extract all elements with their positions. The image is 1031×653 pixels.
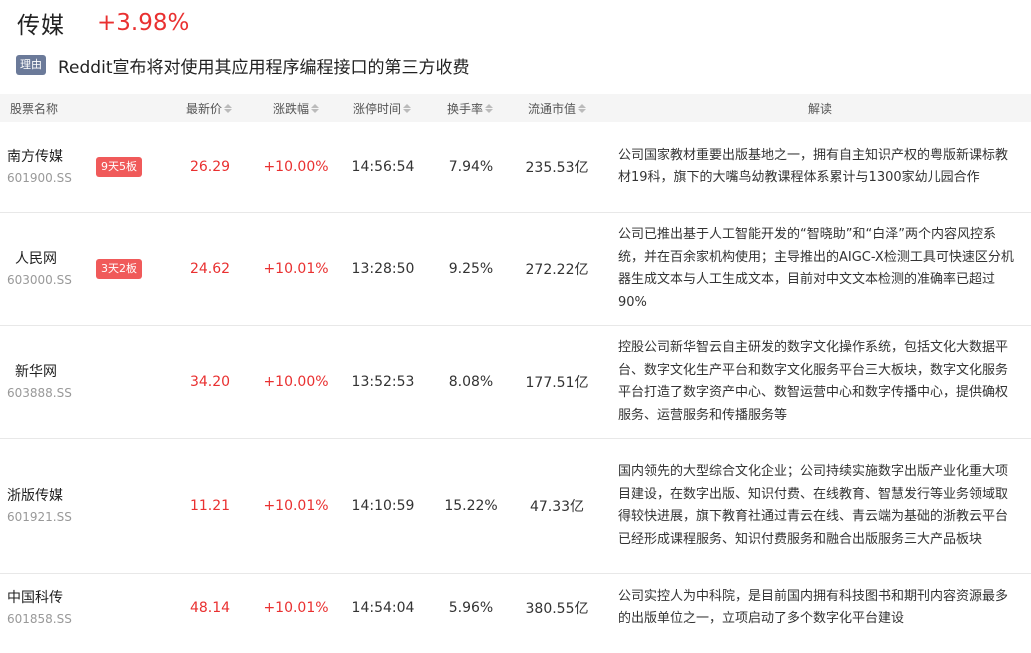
table-row[interactable]: 新华网 603888.SS 34.20 +10.00% 13:52:53 8.0… xyxy=(0,326,1031,439)
column-label: 最新价 xyxy=(186,101,223,116)
float-cap-cell: 47.33亿 xyxy=(529,499,585,515)
change-cell: +10.00% xyxy=(263,374,329,390)
stock-name[interactable]: 南方传媒 xyxy=(7,147,72,167)
change-cell: +10.01% xyxy=(263,261,329,277)
sector-header: 传媒 +3.98% xyxy=(17,6,189,40)
limit-time-cell: 14:54:04 xyxy=(351,600,415,616)
price-cell: 34.20 xyxy=(189,374,231,390)
stock-cell[interactable]: 人民网 603000.SS xyxy=(7,213,72,325)
price-cell: 26.29 xyxy=(189,159,231,175)
stock-name[interactable]: 人民网 xyxy=(7,249,72,269)
column-header-analysis: 解读 xyxy=(808,94,832,122)
column-label: 流通市值 xyxy=(528,101,577,116)
column-header-limit-time[interactable]: 涨停时间 xyxy=(353,94,412,122)
turnover-cell: 15.22% xyxy=(444,498,498,514)
sort-icon xyxy=(403,103,412,113)
stock-code: 603888.SS xyxy=(7,386,72,400)
turnover-cell: 5.96% xyxy=(448,600,494,616)
column-header-price[interactable]: 最新价 xyxy=(186,94,233,122)
reason-row: 理由 Reddit宣布将对使用其应用程序编程接口的第三方收费 xyxy=(16,53,470,78)
streak-badge: 9天5板 xyxy=(96,157,142,177)
float-cap-cell: 177.51亿 xyxy=(525,375,589,391)
turnover-cell: 7.94% xyxy=(448,159,494,175)
column-header-change[interactable]: 涨跌幅 xyxy=(273,94,320,122)
streak-badge: 3天2板 xyxy=(96,259,142,279)
stock-cell[interactable]: 新华网 603888.SS xyxy=(7,326,72,438)
stock-cell[interactable]: 南方传媒 601900.SS xyxy=(7,122,72,212)
analysis-cell: 公司国家教材重要出版基地之一，拥有自主知识产权的粤版新课标教材19科，旗下的大嘴… xyxy=(618,147,1009,186)
table-row[interactable]: 南方传媒 601900.SS 9天5板 26.29 +10.00% 14:56:… xyxy=(0,122,1031,213)
stock-code: 603000.SS xyxy=(7,273,72,287)
column-header-float-cap[interactable]: 流通市值 xyxy=(528,94,587,122)
price-cell: 11.21 xyxy=(189,498,231,514)
table-row[interactable]: 人民网 603000.SS 3天2板 24.62 +10.01% 13:28:5… xyxy=(0,213,1031,326)
stock-name[interactable]: 新华网 xyxy=(7,362,72,382)
column-header-turnover[interactable]: 换手率 xyxy=(447,94,494,122)
column-label: 涨停时间 xyxy=(353,101,402,116)
sort-icon xyxy=(311,103,320,113)
analysis-cell: 公司已推出基于人工智能开发的“智晓助”和“白泽”两个内容风控系统，并在百余家机构… xyxy=(618,227,1014,310)
table-row[interactable]: 中国科传 601858.SS 48.14 +10.01% 14:54:04 5.… xyxy=(0,574,1031,642)
table-header: 股票名称 最新价 涨跌幅 涨停时间 换手率 流通市值 解读 xyxy=(0,94,1031,122)
stock-code: 601900.SS xyxy=(7,171,72,185)
turnover-cell: 9.25% xyxy=(448,261,494,277)
change-cell: +10.01% xyxy=(263,498,329,514)
sector-change: +3.98% xyxy=(97,10,190,36)
float-cap-cell: 272.22亿 xyxy=(525,262,589,278)
stock-cell[interactable]: 中国科传 601858.SS xyxy=(7,574,72,642)
float-cap-cell: 235.53亿 xyxy=(525,160,589,176)
column-label: 换手率 xyxy=(447,101,484,116)
turnover-cell: 8.08% xyxy=(448,374,494,390)
change-cell: +10.00% xyxy=(263,159,329,175)
change-cell: +10.01% xyxy=(263,600,329,616)
stock-name[interactable]: 浙版传媒 xyxy=(7,486,72,506)
analysis-cell: 公司实控人为中科院，是目前国内拥有科技图书和期刊内容资源最多的出版单位之一，立项… xyxy=(618,588,1009,627)
stock-cell[interactable]: 浙版传媒 601921.SS xyxy=(7,439,72,573)
reason-text: Reddit宣布将对使用其应用程序编程接口的第三方收费 xyxy=(58,57,470,78)
sector-name: 传媒 xyxy=(17,13,65,39)
limit-time-cell: 13:52:53 xyxy=(351,374,415,390)
column-label: 股票名称 xyxy=(10,101,59,116)
stock-code: 601858.SS xyxy=(7,612,72,626)
limit-time-cell: 14:56:54 xyxy=(351,159,415,175)
sort-icon xyxy=(485,103,494,113)
limit-time-cell: 14:10:59 xyxy=(351,498,415,514)
stock-code: 601921.SS xyxy=(7,510,72,524)
limit-time-cell: 13:28:50 xyxy=(351,261,415,277)
stock-table: 股票名称 最新价 涨跌幅 涨停时间 换手率 流通市值 解读 南方传媒 60190… xyxy=(0,94,1031,642)
stock-name[interactable]: 中国科传 xyxy=(7,588,72,608)
column-label: 解读 xyxy=(808,101,833,116)
sort-icon xyxy=(578,103,587,113)
table-row[interactable]: 浙版传媒 601921.SS 11.21 +10.01% 14:10:59 15… xyxy=(0,439,1031,574)
analysis-cell: 控股公司新华智云自主研发的数字文化操作系统，包括文化大数据平台、数字文化生产平台… xyxy=(618,340,1009,423)
price-cell: 48.14 xyxy=(189,600,231,616)
column-label: 涨跌幅 xyxy=(273,101,310,116)
reason-badge: 理由 xyxy=(16,55,46,75)
float-cap-cell: 380.55亿 xyxy=(525,601,589,617)
price-cell: 24.62 xyxy=(189,261,231,277)
analysis-cell: 国内领先的大型综合文化企业；公司持续实施数字出版产业化重大项目建设，在数字出版、… xyxy=(618,464,1009,547)
sort-icon xyxy=(224,103,233,113)
column-header-name: 股票名称 xyxy=(10,94,58,122)
